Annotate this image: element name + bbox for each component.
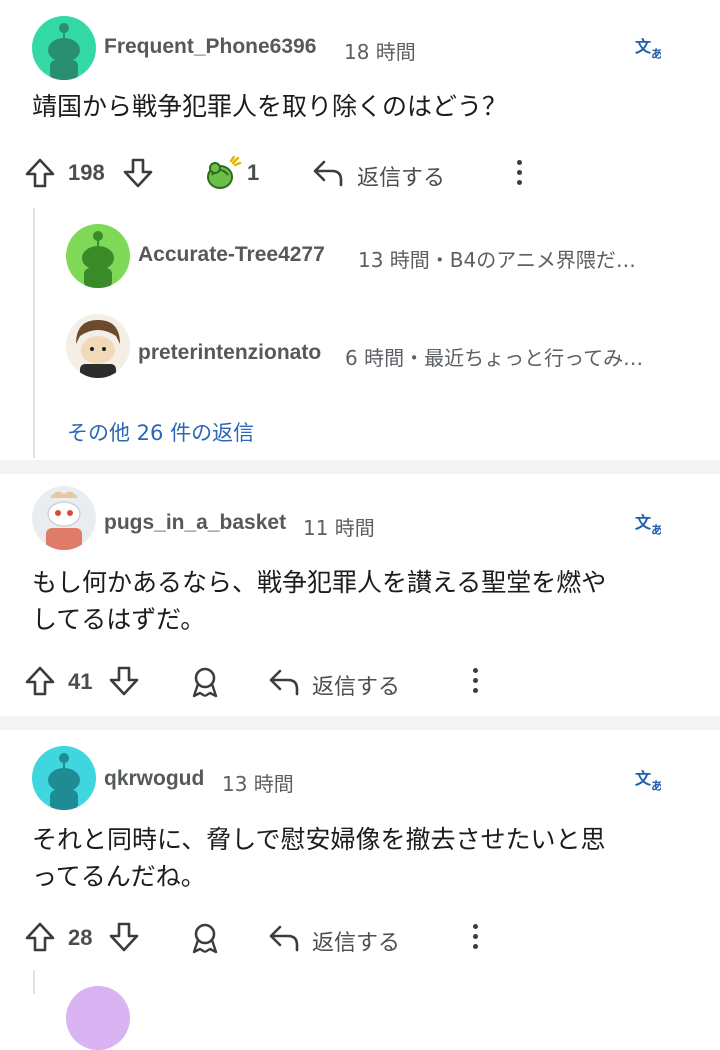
reply-button[interactable]: 返信する bbox=[357, 160, 445, 192]
snoo-avatar-icon bbox=[48, 23, 80, 80]
avatar[interactable] bbox=[66, 224, 130, 288]
upvote-arrow-icon[interactable] bbox=[24, 665, 56, 701]
more-replies-link[interactable]: その他 26 件の返信 bbox=[67, 417, 254, 447]
avatar[interactable] bbox=[32, 486, 96, 550]
downvote-arrow-icon[interactable] bbox=[108, 665, 140, 701]
thread-line bbox=[33, 208, 35, 458]
downvote-arrow-icon[interactable] bbox=[122, 157, 154, 193]
more-options-icon[interactable] bbox=[517, 160, 523, 190]
award-icon[interactable] bbox=[204, 155, 242, 195]
reply-button[interactable]: 返信する bbox=[312, 669, 400, 701]
reply-arrow-icon[interactable] bbox=[312, 158, 344, 192]
comment-body-line: それと同時に、脅しで慰安婦像を撤去させたいと思 bbox=[32, 825, 606, 854]
svg-text:文: 文 bbox=[635, 769, 652, 788]
translate-icon[interactable]: 文 あ bbox=[635, 768, 663, 796]
reply-username[interactable]: preterintenzionato bbox=[138, 341, 321, 365]
reply-arrow-icon[interactable] bbox=[268, 923, 300, 957]
comment-divider bbox=[0, 460, 720, 474]
comment-divider bbox=[0, 716, 720, 730]
comment-body-line: もし何かあるなら、戦争犯罪人を讃える聖堂を燃や bbox=[32, 568, 607, 597]
more-options-icon[interactable] bbox=[473, 668, 479, 698]
reply-username[interactable]: Accurate-Tree4277 bbox=[138, 243, 325, 267]
reply-button[interactable]: 返信する bbox=[312, 925, 400, 957]
timestamp: 13 時間 bbox=[222, 772, 294, 796]
upvote-arrow-icon[interactable] bbox=[24, 921, 56, 957]
award-icon[interactable] bbox=[189, 665, 221, 703]
timestamp: 18 時間 bbox=[344, 40, 416, 64]
reply-arrow-icon[interactable] bbox=[268, 667, 300, 701]
upvote-count: 198 bbox=[68, 160, 105, 185]
downvote-arrow-icon[interactable] bbox=[108, 921, 140, 957]
avatar[interactable] bbox=[32, 16, 96, 80]
translate-icon[interactable]: 文 あ bbox=[635, 512, 663, 540]
svg-text:あ: あ bbox=[651, 47, 661, 60]
svg-text:あ: あ bbox=[651, 779, 661, 792]
upvote-count: 28 bbox=[68, 925, 93, 950]
award-count: 1 bbox=[247, 160, 260, 185]
username[interactable]: Frequent_Phone6396 bbox=[104, 35, 316, 59]
snoo-avatar-icon bbox=[82, 231, 114, 288]
custom-avatar-icon bbox=[76, 320, 120, 378]
timestamp: 11 時間 bbox=[303, 516, 375, 540]
translate-icon[interactable]: 文 あ bbox=[635, 36, 663, 64]
upvote-count: 41 bbox=[68, 669, 93, 694]
upvote-arrow-icon[interactable] bbox=[24, 157, 56, 193]
more-options-icon[interactable] bbox=[473, 924, 479, 954]
award-icon[interactable] bbox=[189, 921, 221, 959]
username[interactable]: pugs_in_a_basket bbox=[104, 511, 286, 535]
snoo-avatar-icon bbox=[48, 753, 80, 810]
username[interactable]: qkrwogud bbox=[104, 767, 204, 791]
comment-body-line: してるはずだ。 bbox=[32, 605, 206, 634]
reply-meta: 6 時間・最近ちょっと行ってみ… bbox=[345, 346, 644, 370]
custom-avatar-icon bbox=[46, 491, 82, 550]
comment-body-line: ってるんだね。 bbox=[32, 862, 206, 891]
comment-body: もし何かあるなら、戦争犯罪人を讃える聖堂を燃や してるはずだ。 bbox=[32, 564, 606, 638]
thread-line bbox=[33, 970, 35, 994]
comment-body: それと同時に、脅しで慰安婦像を撤去させたいと思 ってるんだね。 bbox=[32, 821, 606, 895]
avatar[interactable] bbox=[32, 746, 96, 810]
comment-body: 靖国から戦争犯罪人を取り除くのはどう？ bbox=[32, 92, 508, 121]
svg-text:あ: あ bbox=[651, 523, 661, 536]
avatar[interactable] bbox=[66, 986, 130, 1050]
svg-text:文: 文 bbox=[635, 37, 652, 56]
reply-meta: 13 時間・B4のアニメ界隈だ… bbox=[358, 248, 636, 272]
svg-text:文: 文 bbox=[635, 513, 652, 532]
avatar[interactable] bbox=[66, 314, 130, 378]
